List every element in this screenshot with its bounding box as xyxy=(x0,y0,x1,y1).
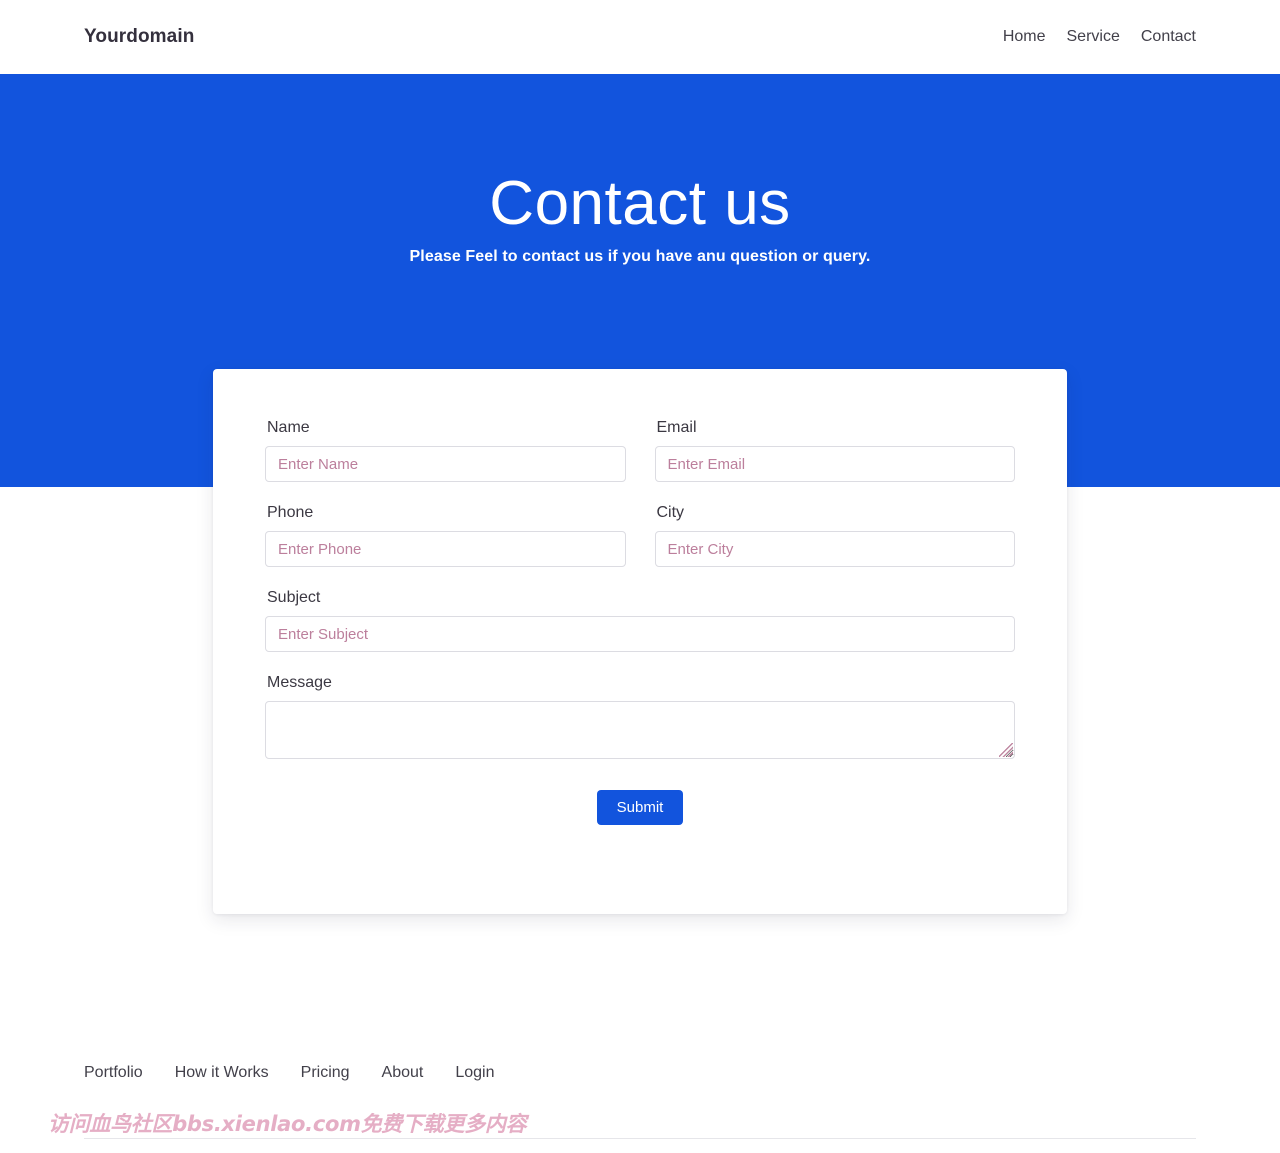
footer-link-how-it-works[interactable]: How it Works xyxy=(175,1064,269,1082)
field-city: City xyxy=(654,504,1015,567)
footer-link-portfolio[interactable]: Portfolio xyxy=(84,1064,143,1082)
label-phone: Phone xyxy=(267,504,314,521)
footer-link-pricing[interactable]: Pricing xyxy=(301,1064,350,1082)
form-row-subject: Subject xyxy=(265,589,1015,652)
navbar: Yourdomain Home Service Contact xyxy=(0,0,1280,74)
page-subtitle: Please Feel to contact us if you have an… xyxy=(409,248,871,265)
field-phone: Phone xyxy=(265,504,626,567)
contact-form-card: Name Email Phone City Subject xyxy=(213,369,1067,914)
nav-link-home[interactable]: Home xyxy=(1003,28,1046,46)
label-email: Email xyxy=(656,419,697,436)
field-email: Email xyxy=(654,419,1015,482)
primary-navigation: Home Service Contact xyxy=(1003,28,1196,46)
form-row-phone-city: Phone City xyxy=(265,504,1015,567)
city-input[interactable] xyxy=(654,531,1015,567)
brand-logo[interactable]: Yourdomain xyxy=(84,26,194,48)
footer-link-login[interactable]: Login xyxy=(455,1064,494,1082)
footer-link-about[interactable]: About xyxy=(382,1064,424,1082)
page-title: Contact us xyxy=(489,169,791,238)
nav-link-service[interactable]: Service xyxy=(1067,28,1120,46)
field-subject: Subject xyxy=(265,589,1015,652)
subject-input[interactable] xyxy=(265,616,1015,652)
footer-divider xyxy=(84,1138,1196,1139)
name-input[interactable] xyxy=(265,446,626,482)
message-textarea-wrapper xyxy=(265,701,1015,759)
email-input[interactable] xyxy=(654,446,1015,482)
submit-row: Submit xyxy=(265,790,1015,825)
form-row-message: Message xyxy=(265,674,1015,759)
field-message: Message xyxy=(265,674,1015,759)
field-name: Name xyxy=(265,419,626,482)
watermark-text: 访问血鸟社区bbs.xienlao.com免费下载更多内容 xyxy=(48,1112,527,1136)
phone-input[interactable] xyxy=(265,531,626,567)
footer: Portfolio How it Works Pricing About Log… xyxy=(84,1056,1196,1139)
footer-navigation: Portfolio How it Works Pricing About Log… xyxy=(84,1056,1196,1090)
form-row-name-email: Name Email xyxy=(265,419,1015,482)
label-name: Name xyxy=(267,419,310,436)
label-city: City xyxy=(656,504,685,521)
nav-link-contact[interactable]: Contact xyxy=(1141,28,1196,46)
submit-button[interactable]: Submit xyxy=(596,790,684,825)
page-root: Yourdomain Home Service Contact Contact … xyxy=(0,0,1280,1153)
label-message: Message xyxy=(267,674,332,691)
label-subject: Subject xyxy=(267,589,321,606)
message-textarea[interactable] xyxy=(265,701,1015,759)
